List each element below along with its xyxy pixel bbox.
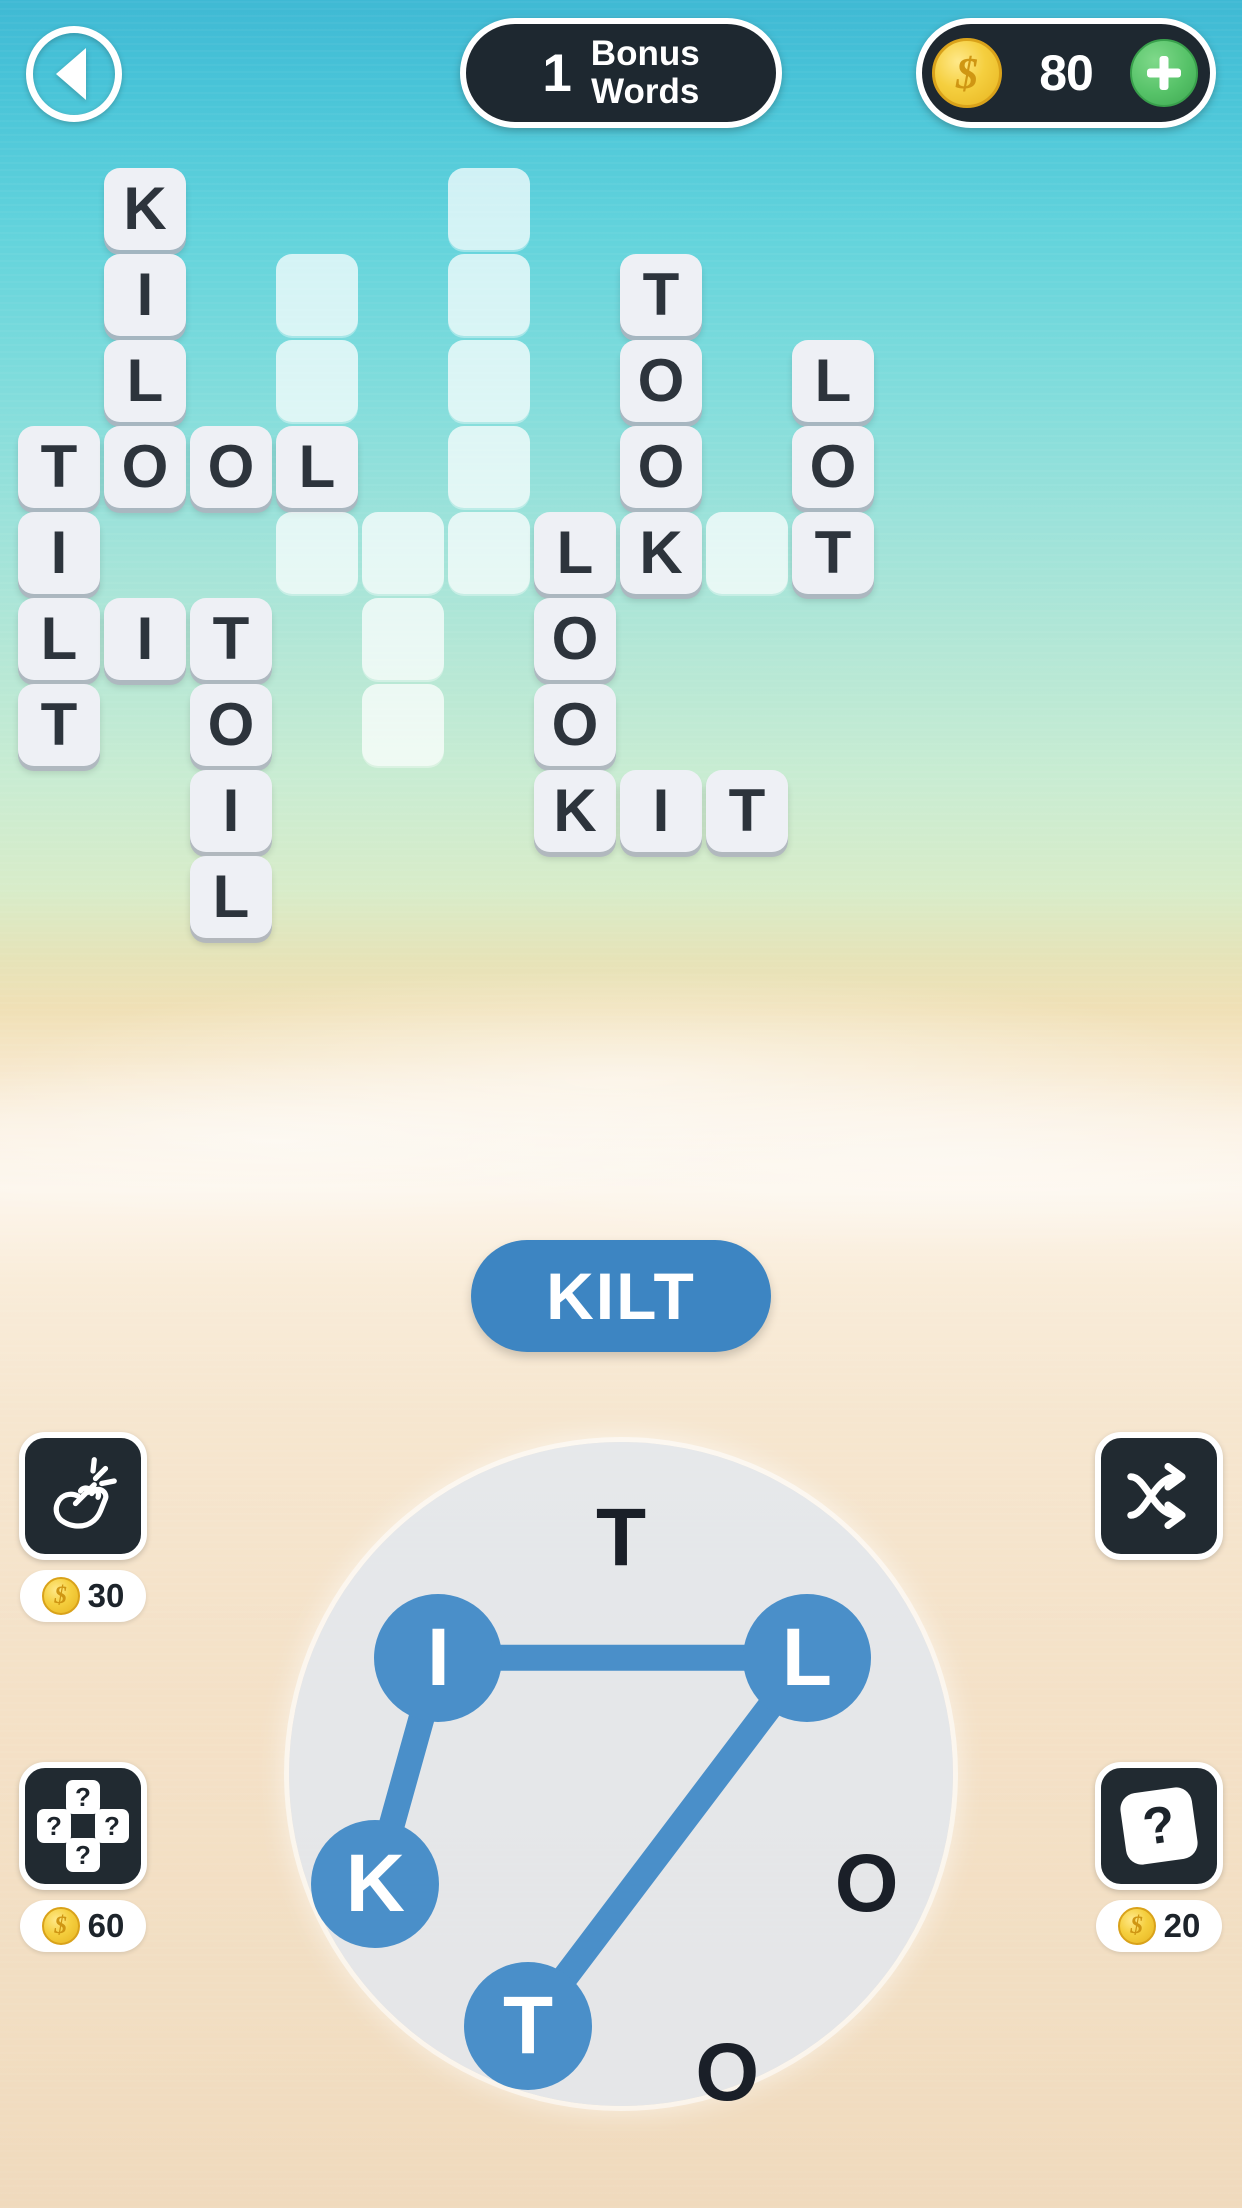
- grid-tile-letter: O: [534, 598, 616, 680]
- hint-letter-cost: $ 20: [1096, 1900, 1222, 1952]
- grid-tile-empty: [448, 426, 530, 508]
- grid-tile-empty: [448, 512, 530, 594]
- grid-tile-letter: O: [792, 426, 874, 508]
- coin-icon: $: [41, 1907, 80, 1945]
- grid-tile-letter: T: [792, 512, 874, 594]
- pointing-hand-icon: [19, 1432, 147, 1560]
- coin-icon: $: [41, 1577, 80, 1615]
- bonus-words-label: Bonus Words: [591, 35, 700, 111]
- grid-tile-empty: [362, 512, 444, 594]
- question-tile-icon: ?: [1095, 1762, 1223, 1890]
- grid-tile-letter: L: [190, 856, 272, 938]
- grid-tile-empty: [276, 512, 358, 594]
- grid-tile-empty: [706, 512, 788, 594]
- top-bar: 1 Bonus Words $ 80: [0, 0, 1242, 150]
- back-button[interactable]: [26, 26, 122, 122]
- grid-tile-empty: [448, 254, 530, 336]
- grid-tile-letter: L: [18, 598, 100, 680]
- grid-tile-letter: L: [276, 426, 358, 508]
- coin-amount: 80: [1039, 45, 1094, 101]
- hint-letter-cost-value: 20: [1163, 1907, 1201, 1944]
- four-question-tiles-icon: ? ? ? ?: [19, 1762, 147, 1890]
- grid-tile-letter: K: [104, 168, 186, 250]
- grid-tile-letter: O: [534, 684, 616, 766]
- hint-letter-button[interactable]: ? $ 20: [1084, 1762, 1234, 1952]
- grid-tile-letter: L: [534, 512, 616, 594]
- crossword-grid: KITLOLTOOLOOILKTLITOTOOIKITL: [18, 168, 1224, 938]
- shuffle-icon: [1095, 1432, 1223, 1560]
- reveal-word-button[interactable]: ? ? ? ? $ 60: [8, 1762, 158, 1952]
- wheel-letter-i[interactable]: I: [374, 1593, 503, 1722]
- current-word-text: KILT: [546, 1259, 696, 1333]
- reveal-word-cost-value: 60: [87, 1907, 125, 1944]
- grid-tile-letter: O: [620, 340, 702, 422]
- plus-icon[interactable]: [1130, 39, 1198, 107]
- grid-tile-empty: [276, 254, 358, 336]
- grid-tile-letter: K: [534, 770, 616, 852]
- grid-tile-letter: K: [620, 512, 702, 594]
- grid-tile-empty: [448, 340, 530, 422]
- grid-tile-letter: I: [18, 512, 100, 594]
- grid-tile-letter: I: [104, 598, 186, 680]
- wheel-letter-k[interactable]: K: [311, 1819, 440, 1948]
- wheel-letter-t-top[interactable]: T: [557, 1474, 685, 1602]
- bonus-words-label-line2: Words: [591, 72, 700, 111]
- game-screen: 1 Bonus Words $ 80 KITLOLTOOLOOILKTLITOT…: [0, 0, 1242, 2208]
- coin-icon: $: [932, 38, 1002, 108]
- coin-icon: $: [1117, 1907, 1156, 1945]
- wheel-letter-t-bottom[interactable]: T: [464, 1962, 593, 2091]
- grid-tile-letter: O: [620, 426, 702, 508]
- grid-tile-letter: L: [792, 340, 874, 422]
- coin-balance-badge[interactable]: $ 80: [916, 18, 1216, 128]
- grid-tile-letter: L: [104, 340, 186, 422]
- bonus-words-label-line1: Bonus: [590, 34, 700, 74]
- grid-tile-letter: I: [104, 254, 186, 336]
- shuffle-button[interactable]: [1084, 1432, 1234, 1560]
- bonus-words-badge[interactable]: 1 Bonus Words: [460, 18, 782, 128]
- grid-tile-letter: O: [190, 684, 272, 766]
- grid-tile-letter: T: [18, 684, 100, 766]
- grid-tile-letter: I: [190, 770, 272, 852]
- wheel-letter-o-right[interactable]: O: [803, 1820, 931, 1948]
- grid-tile-empty: [276, 340, 358, 422]
- wheel-letter-o-bottom[interactable]: O: [663, 2009, 791, 2137]
- current-word-bubble: KILT: [471, 1240, 771, 1352]
- grid-tile-empty: [362, 598, 444, 680]
- grid-tile-letter: T: [190, 598, 272, 680]
- letter-wheel[interactable]: TILKOTO: [289, 1442, 953, 2113]
- grid-tile-letter: O: [104, 426, 186, 508]
- grid-tile-letter: T: [18, 426, 100, 508]
- grid-tile-letter: T: [706, 770, 788, 852]
- grid-tile-empty: [362, 684, 444, 766]
- bonus-words-count: 1: [542, 43, 572, 103]
- grid-tile-letter: I: [620, 770, 702, 852]
- hint-tap-button[interactable]: $ 30: [8, 1432, 158, 1622]
- back-triangle-icon: [56, 48, 86, 100]
- reveal-word-cost: $ 60: [20, 1900, 146, 1952]
- hint-tap-cost: $ 30: [20, 1570, 146, 1622]
- grid-tile-empty: [448, 168, 530, 250]
- hint-tap-cost-value: 30: [87, 1577, 125, 1614]
- wheel-letter-l[interactable]: L: [742, 1593, 871, 1722]
- grid-tile-letter: T: [620, 254, 702, 336]
- grid-tile-letter: O: [190, 426, 272, 508]
